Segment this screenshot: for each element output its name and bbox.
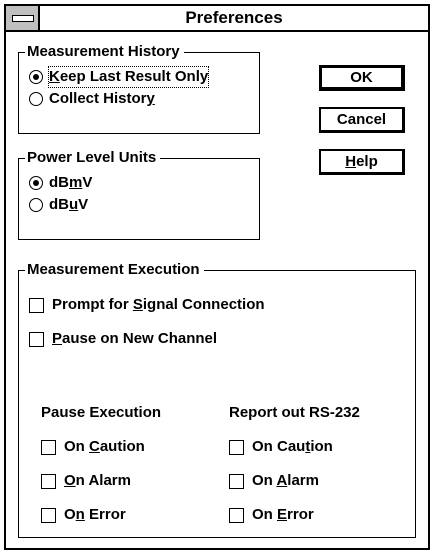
radio-label: Keep Last Result Only bbox=[47, 66, 210, 88]
title-bar: Preferences bbox=[6, 6, 428, 32]
checkbox-label: On Error bbox=[64, 506, 126, 523]
checkbox-box bbox=[29, 331, 44, 347]
measurement-execution-group: Measurement Execution Prompt for Signal … bbox=[18, 260, 416, 538]
measurement-history-label: Measurement History bbox=[25, 42, 184, 62]
prompt-signal-connection-checkbox[interactable]: Prompt for Signal Connection bbox=[29, 295, 265, 315]
report-on-alarm-checkbox[interactable]: On Alarm bbox=[229, 471, 319, 491]
checkbox-box bbox=[41, 473, 56, 489]
checkbox-label: On Alarm bbox=[64, 472, 131, 489]
checkbox-box bbox=[229, 507, 244, 523]
pause-on-alarm-checkbox[interactable]: On Alarm bbox=[41, 471, 131, 491]
cancel-button[interactable]: Cancel bbox=[319, 107, 405, 133]
pause-on-caution-checkbox[interactable]: On Caution bbox=[41, 437, 145, 457]
checkbox-box bbox=[229, 473, 244, 489]
radio-label: dBuV bbox=[49, 196, 89, 213]
measurement-execution-label: Measurement Execution bbox=[25, 260, 204, 280]
checkbox-label: On Alarm bbox=[252, 472, 319, 489]
report-on-caution-checkbox[interactable]: On Caution bbox=[229, 437, 333, 457]
radio-label: dBmV bbox=[49, 174, 93, 191]
preferences-dialog: Preferences Measurement History Keep Las… bbox=[4, 4, 430, 550]
collect-history-radio[interactable]: Collect History bbox=[29, 89, 155, 109]
dialog-title: Preferences bbox=[185, 8, 283, 27]
radio-indicator bbox=[29, 198, 43, 212]
dbmv-radio[interactable]: dBmV bbox=[29, 173, 92, 193]
checkbox-label: Pause on New Channel bbox=[52, 330, 218, 347]
radio-indicator bbox=[29, 70, 43, 84]
checkbox-box bbox=[229, 439, 244, 455]
system-menu-icon bbox=[12, 15, 34, 22]
checkbox-box bbox=[41, 507, 56, 523]
checkbox-label: On Caution bbox=[64, 438, 145, 455]
checkbox-label: On Caution bbox=[252, 438, 333, 455]
power-level-units-label: Power Level Units bbox=[25, 148, 161, 168]
radio-indicator bbox=[29, 176, 43, 190]
pause-on-error-checkbox[interactable]: On Error bbox=[41, 505, 126, 525]
radio-label: Collect History bbox=[49, 90, 155, 107]
report-rs232-header: Report out RS-232 bbox=[229, 404, 360, 421]
checkbox-label: Prompt for Signal Connection bbox=[52, 296, 265, 313]
ok-button[interactable]: OK bbox=[319, 65, 405, 91]
measurement-history-group: Measurement History Keep Last Result Onl… bbox=[18, 42, 260, 134]
checkbox-label: On Error bbox=[252, 506, 314, 523]
keep-last-result-radio[interactable]: Keep Last Result Only bbox=[29, 66, 210, 88]
checkbox-box bbox=[29, 297, 44, 313]
system-menu-button[interactable] bbox=[6, 6, 40, 30]
pause-new-channel-checkbox[interactable]: Pause on New Channel bbox=[29, 329, 217, 349]
checkbox-box bbox=[41, 439, 56, 455]
dbuv-radio[interactable]: dBuV bbox=[29, 195, 88, 215]
power-level-units-group: Power Level Units dBmV dBuV bbox=[18, 148, 260, 240]
pause-execution-header: Pause Execution bbox=[41, 404, 162, 421]
help-button[interactable]: Help bbox=[319, 149, 405, 175]
radio-indicator bbox=[29, 92, 43, 106]
report-on-error-checkbox[interactable]: On Error bbox=[229, 505, 314, 525]
